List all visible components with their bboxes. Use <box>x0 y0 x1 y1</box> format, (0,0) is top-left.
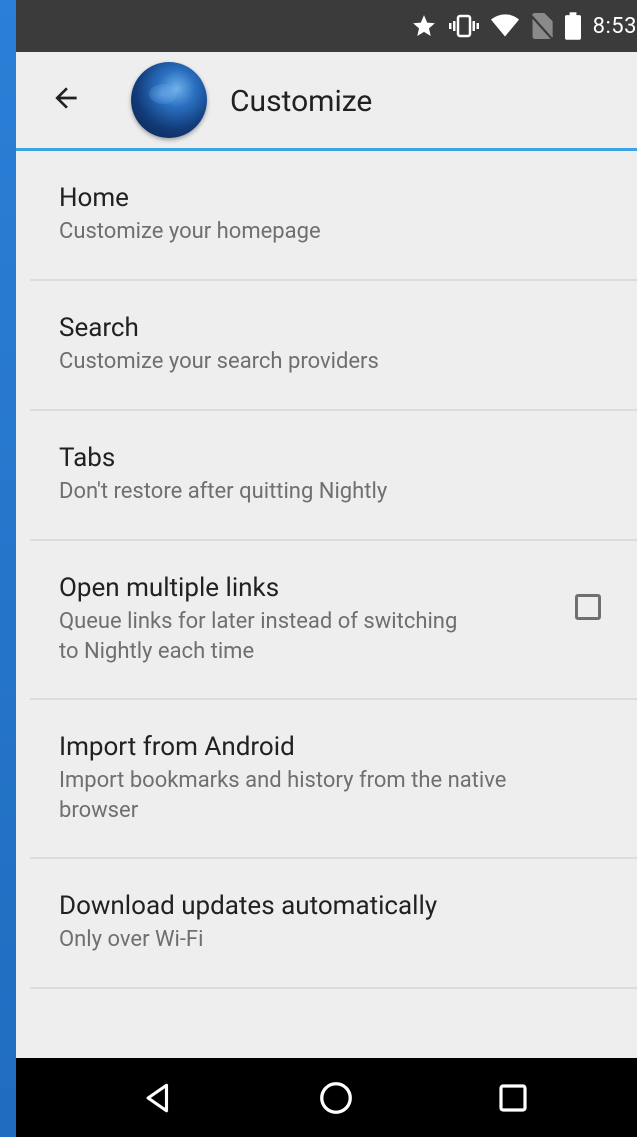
open-multiple-links-checkbox[interactable] <box>575 594 601 620</box>
setting-download-updates[interactable]: Download updates automatically Only over… <box>30 859 637 989</box>
nav-home-button[interactable] <box>316 1078 356 1118</box>
battery-icon <box>564 12 581 40</box>
setting-subtitle-line2: browser <box>59 798 139 823</box>
no-sim-icon <box>530 13 553 39</box>
nav-back-button[interactable] <box>138 1078 178 1118</box>
wifi-icon <box>490 14 519 37</box>
setting-subtitle: Customize your homepage <box>59 219 321 244</box>
back-triangle-icon <box>146 1083 169 1113</box>
setting-subtitle: Only over Wi-Fi <box>59 927 204 952</box>
nav-recents-button[interactable] <box>493 1078 533 1118</box>
star-icon <box>412 15 435 36</box>
status-bar: 8:53 <box>16 0 637 52</box>
back-button[interactable] <box>50 82 82 114</box>
settings-list: Home Customize your homepage Search Cust… <box>16 151 637 989</box>
setting-subtitle-line1: Queue links for later instead of switchi… <box>59 609 458 634</box>
device-frame-edge <box>0 0 16 1137</box>
status-icons: 8:53 <box>411 0 637 52</box>
nightly-logo <box>131 62 207 138</box>
setting-tabs[interactable]: Tabs Don't restore after quitting Nightl… <box>30 411 637 541</box>
page-title: Customize <box>230 84 373 119</box>
status-time: 8:53 <box>592 13 637 39</box>
vibrate-icon <box>448 14 479 38</box>
setting-title: Open multiple links <box>59 573 280 603</box>
toolbar: Customize <box>16 52 637 151</box>
setting-title: Download updates automatically <box>59 891 438 921</box>
setting-subtitle: Customize your search providers <box>59 349 379 374</box>
back-arrow-icon <box>55 87 77 109</box>
setting-import-from-android[interactable]: Import from Android Import bookmarks and… <box>30 700 637 859</box>
setting-search[interactable]: Search Customize your search providers <box>30 281 637 411</box>
setting-title: Tabs <box>59 443 116 473</box>
setting-subtitle: Don't restore after quitting Nightly <box>59 479 388 504</box>
recents-square-icon <box>499 1084 527 1112</box>
setting-home[interactable]: Home Customize your homepage <box>30 151 637 281</box>
home-circle-icon <box>320 1082 352 1114</box>
setting-subtitle-line2: to Nightly each time <box>59 639 255 664</box>
setting-title: Home <box>59 183 129 213</box>
setting-title: Search <box>59 313 139 343</box>
setting-title: Import from Android <box>59 732 295 762</box>
setting-subtitle-line1: Import bookmarks and history from the na… <box>59 768 507 793</box>
phone-screen: 8:53 Customize Home Customize your homep… <box>16 0 637 1137</box>
navigation-bar <box>16 1058 637 1137</box>
setting-open-multiple-links[interactable]: Open multiple links Queue links for late… <box>30 541 637 700</box>
